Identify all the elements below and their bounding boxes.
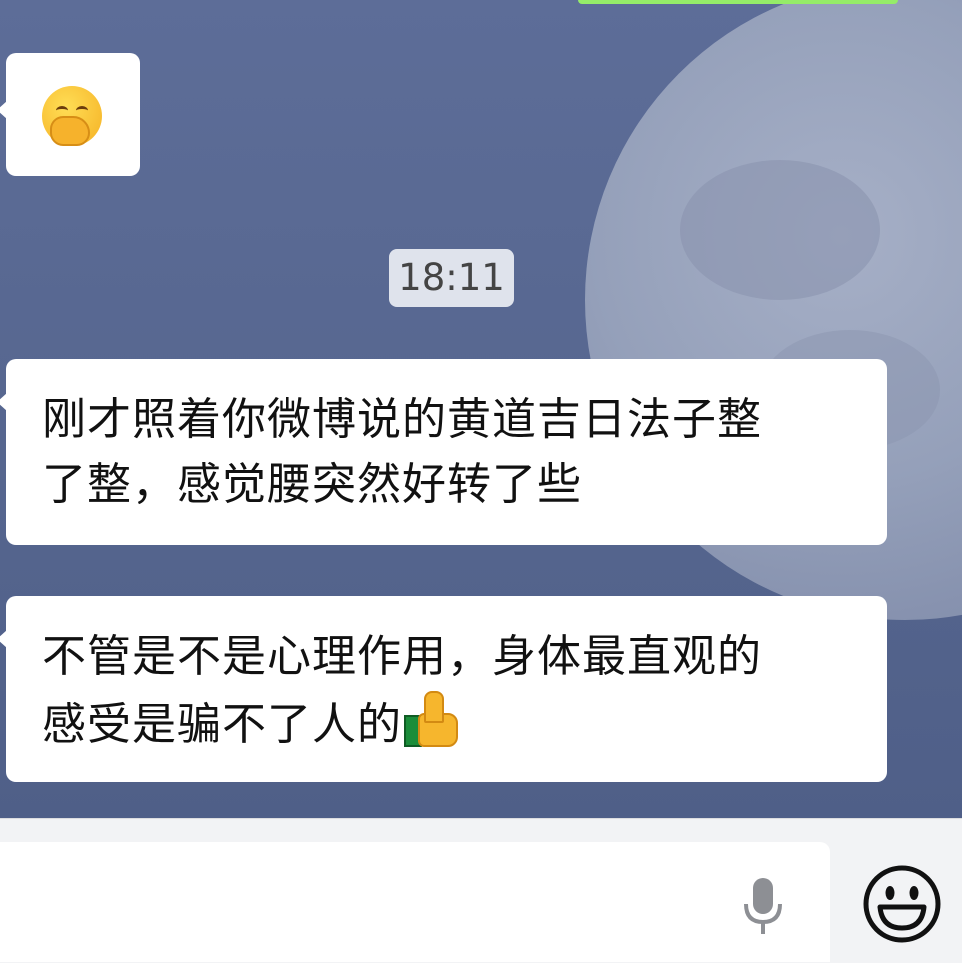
message-text-container: 不管是不是心理作用，身体最直观的 感受是骗不了人的 bbox=[42, 624, 857, 757]
message-timestamp: 18:11 bbox=[389, 249, 514, 307]
message-text: 刚才照着你微博说的黄道吉日法子整 了整，感觉腰突然好转了些 bbox=[42, 394, 762, 510]
message-bubble[interactable]: 刚才照着你微博说的黄道吉日法子整 了整，感觉腰突然好转了些 bbox=[0, 359, 887, 545]
emoji-smiley-icon[interactable] bbox=[862, 864, 942, 944]
grinning-face-with-hand-over-mouth-icon bbox=[42, 86, 102, 146]
sent-bubble-edge bbox=[578, 0, 898, 4]
message-input[interactable] bbox=[0, 842, 830, 962]
message-bubble[interactable]: 不管是不是心理作用，身体最直观的 感受是骗不了人的 bbox=[0, 596, 887, 782]
microphone-icon[interactable] bbox=[742, 876, 784, 936]
moon-crater bbox=[680, 160, 880, 300]
thumbs-up-icon bbox=[402, 689, 458, 747]
